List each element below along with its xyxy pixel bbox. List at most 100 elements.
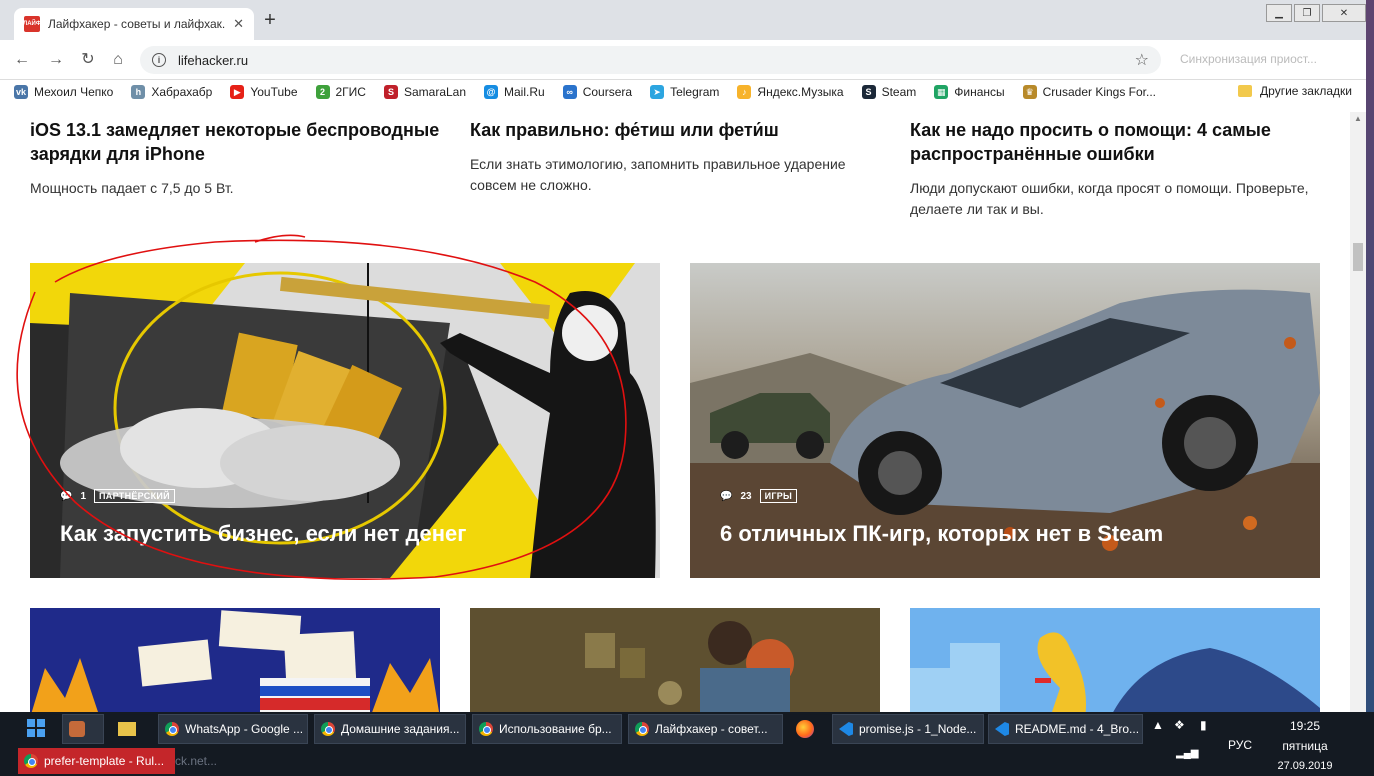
page-scrollbar[interactable]: ▲ [1350,112,1366,712]
restore-button[interactable]: ❐ [1294,4,1320,22]
window-controls: ▁ ❐ ✕ [1264,4,1366,22]
home-button[interactable]: ⌂ [108,50,128,70]
dropbox-icon[interactable]: ❖ [1174,718,1185,732]
tab-strip: ЛАЙФ Лайфхакер - советы и лайфхак... ✕ +… [0,0,1366,40]
taskbar-item-label: prefer-template - Rul... [44,754,165,768]
chrome-icon [24,754,38,768]
yandex-music-icon: ♪ [737,85,752,99]
crusader-kings-icon: ♛ [1022,85,1037,99]
bookmark-steam[interactable]: S Steam [861,85,917,99]
steam-icon: S [861,85,876,99]
address-bar[interactable]: i lifehacker.ru ☆ [140,46,1161,74]
clock-time: 19:25 [1289,719,1321,733]
mailru-icon: @ [484,85,499,99]
bookmark-label: Хабрахабр [151,85,213,99]
red-annotation-scribble [16,234,627,580]
start-icon[interactable] [26,718,46,738]
url-text: lifehacker.ru [178,52,249,68]
other-bookmarks-folder[interactable]: Другие закладки [1238,84,1352,98]
close-window-button[interactable]: ✕ [1322,4,1366,22]
article-teaser-3[interactable]: Как не надо просить о помощи: 4 самые ра… [910,118,1320,220]
bookmark-coursera[interactable]: ∞ Coursera [562,85,633,99]
chrome-icon [479,722,493,736]
card-documents[interactable] [30,608,440,712]
taskbar-window-button[interactable]: Домашние задания... [314,714,466,744]
taskbar-window-button[interactable]: WhatsApp - Google ... [158,714,308,744]
documents-illustration [30,608,440,712]
taskbar-item-label: Использование бр... [499,722,612,736]
taskbar-item-label: Домашние задания... [341,722,460,736]
bookmark-samaralan[interactable]: S SamaraLan [383,85,466,99]
pinned-app-button[interactable] [62,714,104,744]
new-tab-button[interactable]: + [260,10,280,30]
tab-close-icon[interactable]: ✕ [233,16,244,32]
article-teaser-2[interactable]: Как правильно: фе́тиш или фети́ш Если зн… [470,118,880,196]
bookmark-telegram[interactable]: ➤ Telegram [650,85,719,99]
bookmark-finance[interactable]: ▦ Финансы [934,85,1005,99]
article-summary: Люди допускают ошибки, когда просят о по… [910,180,1309,217]
article-title[interactable]: iOS 13.1 замедляет некоторые беспроводны… [30,118,440,166]
bookmark-label: Coursera [582,85,633,99]
app-icon [69,721,85,737]
youtube-icon: ▶ [230,85,245,99]
bookmark-2gis[interactable]: 2 2ГИС [315,85,366,99]
browser-toolbar: ← → ↻ ⌂ i lifehacker.ru ☆ Синхронизация … [0,40,1366,80]
taskbar-window-button[interactable]: Лайфхакер - совет... [628,714,783,744]
bookmark-label: Steam [881,85,917,99]
featured-card-games[interactable]: 💬 23 ИГРЫ 6 отличных ПК-игр, которых нет… [690,263,1320,578]
article-title[interactable]: Как не надо просить о помощи: 4 самые ра… [910,118,1320,166]
reload-button[interactable]: ↻ [78,50,98,70]
article-title[interactable]: Как правильно: фе́тиш или фети́ш [470,118,880,142]
bookmarks-bar: vk Мехоил Чепко h Хабрахабр ▶ YouTube 2 2ГИС S Sa… [0,80,1366,104]
language-indicator[interactable]: РУС [1228,738,1252,752]
card-couple[interactable] [470,608,880,712]
windows-taskbar: ▲ ❖ ▮ ▂▄▆ РУС 19:25 пятница 27.09.2019 p… [0,712,1374,776]
article-summary: Если знать этимологию, запомнить правиль… [470,156,846,193]
taskbar-window-button[interactable]: promise.js - 1_Node... [832,714,984,744]
tray-arrow-icon[interactable]: ▲ [1152,718,1164,732]
vk-icon: vk [14,85,28,99]
system-clock[interactable]: 19:25 пятница 27.09.2019 [1270,716,1340,776]
forward-button[interactable]: → [46,50,66,70]
bookmark-star-icon[interactable]: ☆ [1135,50,1149,70]
telegram-icon: ➤ [650,85,665,99]
network-icon[interactable]: ▂▄▆ [1176,748,1198,759]
tab-lifehacker[interactable]: ЛАЙФ Лайфхакер - советы и лайфхак... ✕ [14,8,254,40]
battery-icon[interactable]: ▮ [1200,718,1207,732]
folder-icon [118,722,136,736]
minimize-button[interactable]: ▁ [1266,4,1292,22]
tab-title: Лайфхакер - советы и лайфхак... [48,17,226,31]
card-dog[interactable] [910,608,1320,712]
scroll-up-icon[interactable]: ▲ [1350,112,1366,126]
back-button[interactable]: ← [12,50,32,70]
lifehacker-favicon-icon: ЛАЙФ [23,16,41,32]
bookmark-habr[interactable]: h Хабрахабр [131,85,212,99]
bookmark-crusader-kings[interactable]: ♛ Crusader Kings For... [1022,85,1156,99]
taskbar-window-button[interactable]: README.md - 4_Bro... [988,714,1143,744]
card-title[interactable]: 6 отличных ПК-игр, которых нет в Steam [720,521,1163,547]
vscode-icon [839,722,853,736]
bookmark-label: YouTube [250,85,298,99]
scrollbar-thumb[interactable] [1353,243,1363,271]
firefox-icon [796,720,814,738]
category-tag[interactable]: ИГРЫ [759,489,798,503]
bookmark-mailru[interactable]: @ Mail.Ru [484,85,545,99]
taskbar-item-label: WhatsApp - Google ... [185,722,304,736]
bookmark-vk[interactable]: vk Мехоил Чепко [14,85,113,99]
file-explorer-button[interactable] [112,714,152,744]
page-content: iOS 13.1 замедляет некоторые беспроводны… [15,112,1336,712]
bookmark-yandex-music[interactable]: ♪ Яндекс.Музыка [737,85,844,99]
card-meta: 💬 23 ИГРЫ [720,489,798,503]
taskbar-window-button[interactable]: Использование бр... [472,714,622,744]
firefox-button[interactable] [790,714,826,744]
chrome-icon [321,722,335,736]
site-info-icon[interactable]: i [152,53,166,67]
bookmark-youtube[interactable]: ▶ YouTube [230,85,298,99]
taskbar-item-prefer-template[interactable]: prefer-template - Rul... [18,748,175,774]
other-bookmarks-label: Другие закладки [1260,84,1352,98]
article-teaser-1[interactable]: iOS 13.1 замедляет некоторые беспроводны… [30,118,440,199]
bookmark-label: Telegram [670,85,720,99]
chrome-icon [635,722,649,736]
bookmark-label: Финансы [954,85,1005,99]
sync-status[interactable]: Синхронизация приост... [1180,52,1317,66]
